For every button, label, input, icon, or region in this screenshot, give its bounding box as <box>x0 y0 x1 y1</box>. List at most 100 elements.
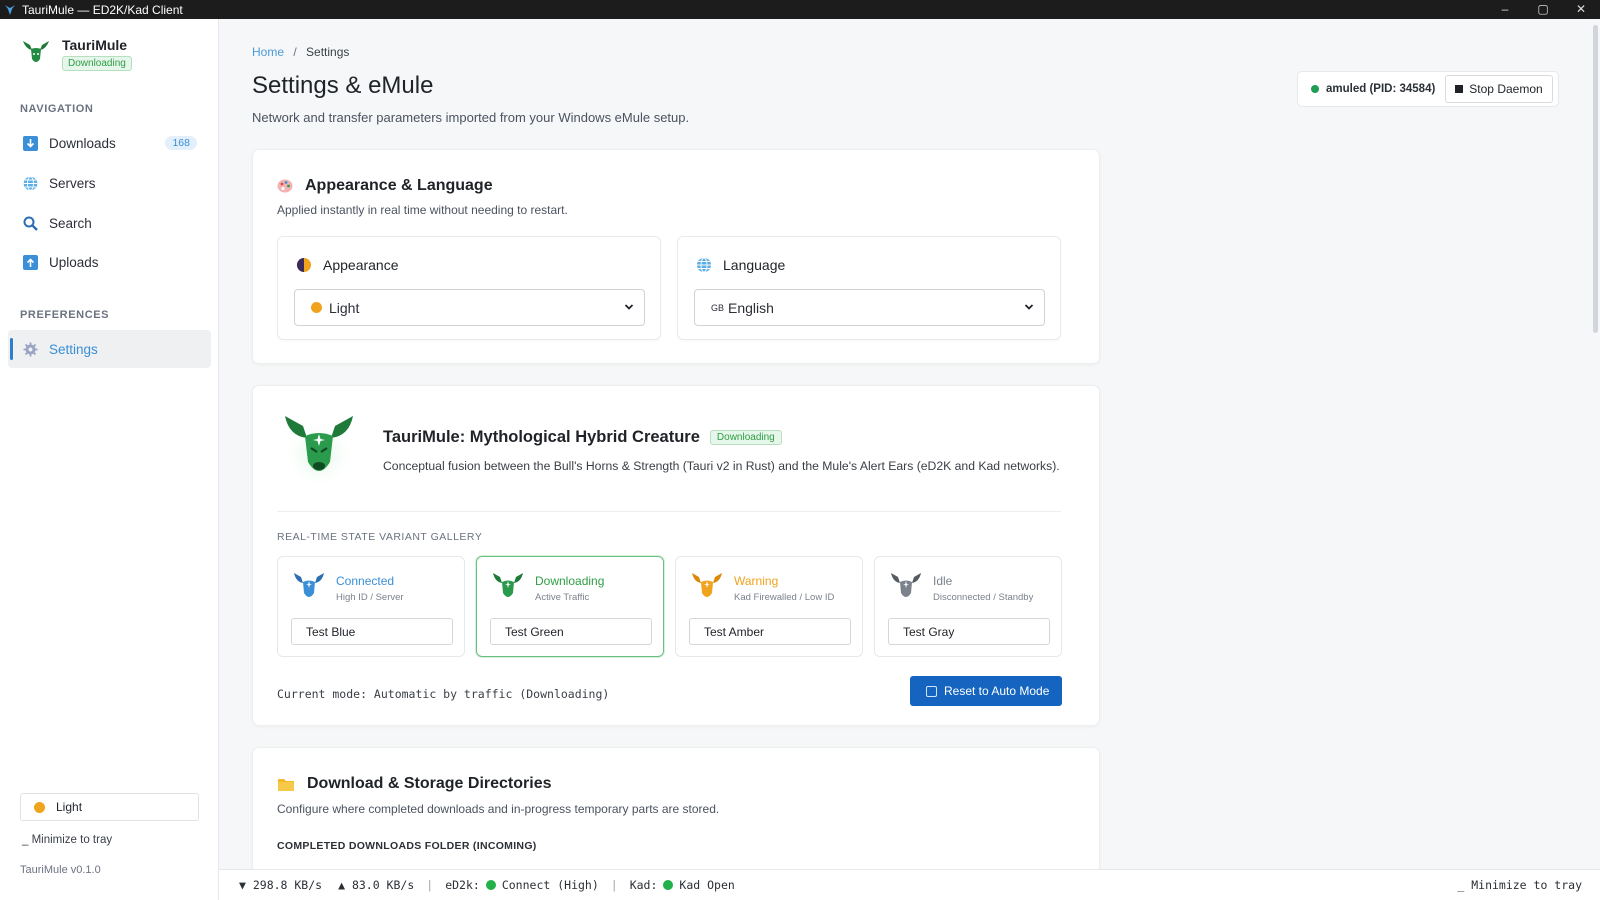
language-select[interactable]: GB English <box>694 289 1045 326</box>
appearance-select-value: Light <box>329 299 360 316</box>
variant-name: Downloading <box>535 574 605 588</box>
sidebar-item-label: Servers <box>49 175 96 191</box>
main-scrollbar[interactable] <box>1591 19 1600 869</box>
breadcrumb: Home / Settings <box>252 45 349 59</box>
incoming-folder-label: COMPLETED DOWNLOADS FOLDER (INCOMING) <box>277 840 537 852</box>
card-description: Configure where completed downloads and … <box>277 802 720 816</box>
variant-card-idle: Idle Disconnected / Standby Test Gray <box>874 556 1062 657</box>
nav-section-label: NAVIGATION <box>20 103 94 115</box>
current-mode-text: Current mode: Automatic by traffic (Down… <box>277 687 610 701</box>
reset-auto-mode-button[interactable]: Reset to Auto Mode <box>910 676 1062 706</box>
sidebar: TauriMule Downloading NAVIGATION Downloa… <box>0 19 219 900</box>
card-title: Appearance & Language <box>305 177 493 194</box>
test-gray-button[interactable]: Test Gray <box>888 618 1050 645</box>
variant-name: Warning <box>734 574 779 588</box>
mascot-gray-icon <box>891 573 921 597</box>
refresh-icon <box>926 685 937 697</box>
kad-label: Kad: <box>629 878 658 892</box>
sidebar-item-downloads[interactable]: Downloads 168 <box>8 124 211 162</box>
mascot-blue-icon <box>294 573 324 597</box>
taurimule-logo-icon <box>23 41 49 62</box>
gallery-label: REAL-TIME STATE VARIANT GALLERY <box>277 531 483 543</box>
test-green-button[interactable]: Test Green <box>490 618 652 645</box>
appearance-select[interactable]: Light <box>294 289 645 326</box>
appearance-header: Appearance <box>296 257 399 273</box>
minimize-to-tray-link[interactable]: _ Minimize to tray <box>22 834 112 846</box>
variant-name: Idle <box>933 574 953 588</box>
minimize-to-tray-button[interactable]: _ Minimize to tray <box>1457 878 1582 892</box>
stop-daemon-label: Stop Daemon <box>1469 82 1543 96</box>
variant-name: Connected <box>336 574 395 588</box>
sidebar-item-label: Downloads <box>49 135 116 151</box>
theme-toggle-button[interactable]: Light <box>20 793 199 821</box>
variant-card-warning: Warning Kad Firewalled / Low ID Test Amb… <box>675 556 863 657</box>
brand-name: TauriMule <box>62 37 128 53</box>
appearance-panel: Appearance Light <box>277 236 661 340</box>
brand-status-badge: Downloading <box>62 56 132 71</box>
gear-icon <box>22 341 38 357</box>
sidebar-item-search[interactable]: Search <box>8 204 211 242</box>
title-bar: TauriMule — ED2K/Kad Client – ▢ ✕ <box>0 0 1600 19</box>
mascot-green-icon <box>493 573 523 597</box>
page-title: Settings & eMule <box>252 72 434 99</box>
variant-card-connected: Connected High ID / Server Test Blue <box>277 556 465 657</box>
language-panel: Language GB English <box>677 236 1061 340</box>
folder-icon <box>278 779 294 791</box>
card-header: Appearance & Language <box>277 177 493 195</box>
upload-speed: ▲ 83.0 KB/s <box>338 878 415 892</box>
card-header: Download & Storage Directories <box>277 775 552 793</box>
maximize-window-button[interactable]: ▢ <box>1524 0 1562 19</box>
status-bar: ▼ 298.8 KB/s ▲ 83.0 KB/s | eD2k: Connect… <box>219 869 1600 900</box>
sidebar-item-label: Settings <box>49 341 98 357</box>
card-title: Download & Storage Directories <box>307 775 552 792</box>
stop-icon <box>1455 85 1464 93</box>
preferences-section-label: PREFERENCES <box>20 309 110 321</box>
kad-value: Kad Open <box>679 878 735 892</box>
hero-description: Conceptual fusion between the Bull's Hor… <box>383 459 1060 473</box>
variant-subtitle: Active Traffic <box>535 592 590 603</box>
reset-auto-mode-label: Reset to Auto Mode <box>944 684 1050 698</box>
test-amber-button[interactable]: Test Amber <box>689 618 851 645</box>
status-separator: | <box>610 878 618 892</box>
app-version: TauriMule v0.1.0 <box>20 864 101 876</box>
scrollbar-thumb[interactable] <box>1593 25 1598 333</box>
downloads-count-badge: 168 <box>165 136 197 150</box>
search-icon <box>22 215 38 231</box>
mascot-amber-icon <box>692 573 722 597</box>
page-subtitle: Network and transfer parameters imported… <box>252 110 690 125</box>
hero-header: TauriMule: Mythological Hybrid Creature … <box>383 428 782 447</box>
variant-subtitle: Disconnected / Standby <box>933 592 1034 603</box>
kad-status: Kad: Kad Open <box>630 878 735 892</box>
language-header: Language <box>696 257 785 273</box>
appearance-label: Appearance <box>323 257 399 273</box>
stop-daemon-button[interactable]: Stop Daemon <box>1445 75 1553 103</box>
minimize-window-button[interactable]: – <box>1486 0 1524 19</box>
ed2k-status-dot <box>485 880 496 890</box>
globe-icon <box>22 175 38 191</box>
sun-icon <box>311 302 322 313</box>
palette-icon <box>277 179 293 193</box>
daemon-status-panel: amuled (PID: 34584) Stop Daemon <box>1297 71 1559 107</box>
chevron-down-icon <box>624 304 634 310</box>
sidebar-item-label: Search <box>49 215 92 231</box>
language-label: Language <box>723 257 786 273</box>
theme-toggle-label: Light <box>56 800 83 814</box>
sun-icon <box>34 801 45 813</box>
ed2k-status: eD2k: Connect (High) <box>445 878 599 892</box>
breadcrumb-home-link[interactable]: Home <box>252 45 284 59</box>
half-moon-icon <box>297 258 311 272</box>
download-icon <box>22 135 38 151</box>
variant-subtitle: High ID / Server <box>336 592 404 603</box>
flag-icon: GB <box>711 302 725 313</box>
breadcrumb-separator: / <box>293 45 297 59</box>
sidebar-item-settings[interactable]: Settings <box>8 330 211 368</box>
kad-status-dot <box>663 880 674 890</box>
status-separator: | <box>426 878 434 892</box>
chevron-down-icon <box>1024 304 1034 310</box>
close-window-button[interactable]: ✕ <box>1562 0 1600 19</box>
sidebar-item-servers[interactable]: Servers <box>8 164 211 202</box>
test-blue-button[interactable]: Test Blue <box>291 618 453 645</box>
upload-icon <box>22 254 38 270</box>
sidebar-item-uploads[interactable]: Uploads <box>8 243 211 281</box>
variant-subtitle: Kad Firewalled / Low ID <box>734 592 835 603</box>
